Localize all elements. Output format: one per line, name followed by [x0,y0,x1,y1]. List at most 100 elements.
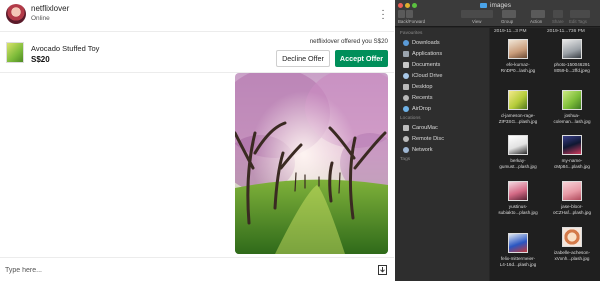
file-name: felix-mittermeier- L4-16d...plash.jpg [499,256,537,267]
file-item[interactable]: photo-150046291 8059-b...2ffd.jpeg [546,39,598,83]
group-label: Group [501,19,514,24]
cloud-icon [403,72,409,79]
file-name: d-jameson-rage- ZIP3SG...plash.jpg [498,113,538,124]
sidebar-item-label: CarouMac [412,124,438,131]
sidebar-item-label: Downloads [412,39,440,46]
sidebar-item-label: Recents [412,94,433,101]
file-item[interactable]: d-jameson-rage- ZIP3SG...plash.jpg [492,90,544,134]
image-file-icon [562,39,582,59]
file-item[interactable]: efe-kurnaz- RnDP0...lash.jpg [492,39,544,83]
desktop-icon [403,83,409,90]
finder-titlebar: images Back/Forward View Group Action Sh… [395,0,600,27]
sidebar-item-network[interactable]: Network [403,145,433,154]
applications-icon [403,50,409,57]
sidebar-item-icloud-drive[interactable]: iCloud Drive [403,71,442,80]
sidebar-item-caroumac[interactable]: CarouMac [403,123,438,132]
documents-icon [403,61,409,68]
sidebar-item-documents[interactable]: Documents [403,60,440,69]
favourites-header: Favourites [400,31,423,36]
share-label: Share [552,19,564,24]
window-title: images [490,2,511,9]
screen: netflixlover Online · · · Avocado Stuffed … [0,0,600,281]
file-item[interactable]: berkay- gumust...plash.jpg [492,135,544,179]
sidebar-item-remote-disc[interactable]: Remote Disc [403,134,444,143]
edit-tags-label: Edit Tags [569,19,587,24]
image-file-icon [562,227,582,247]
action-gear-button[interactable] [531,10,545,18]
sidebar-item-label: iCloud Drive [412,72,443,79]
share-button[interactable] [553,10,563,18]
zoom-window-icon[interactable] [412,3,417,8]
file-name: my-name- cMp84...plash.jpg [553,158,590,169]
action-label: Action [530,19,543,24]
edit-tags-button[interactable] [570,10,590,18]
listing-title[interactable]: Avocado Stuffed Toy [31,44,99,53]
finder-window: images Back/Forward View Group Action Sh… [395,0,600,281]
view-label: View [472,19,482,24]
minimize-window-icon[interactable] [405,3,410,8]
image-file-icon [562,181,582,201]
finder-sidebar: Favourites Downloads Applications Docume… [395,28,489,281]
chat-image-message[interactable] [235,73,388,254]
more-vertical-icon[interactable]: · · · [380,6,386,24]
group-button[interactable] [502,10,516,18]
sidebar-item-label: AirDrop [412,105,431,112]
file-item[interactable]: joshua- coleman...lash.jpg [546,90,598,134]
image-file-icon [508,39,528,59]
sidebar-item-label: Documents [412,61,441,68]
file-item[interactable]: yustinus- subiakto...plash.jpg [492,181,544,225]
back-button[interactable] [398,10,405,18]
user-avatar[interactable] [6,4,26,24]
airdrop-icon [403,105,409,112]
image-file-icon [508,135,528,155]
offer-message: netflixlover offered you S$20 [309,38,388,45]
image-file-icon [562,90,582,110]
listing-thumbnail[interactable] [6,42,24,63]
locations-header: Locations [400,116,421,121]
window-title-group: images [480,1,511,10]
sidebar-item-applications[interactable]: Applications [403,49,442,58]
tags-header: Tags [400,157,411,162]
back-forward-label: Back/Forward [398,19,426,24]
offer-bar: Avocado Stuffed Toy S$20 netflixlover of… [0,33,394,73]
decline-offer-button[interactable]: Decline Offer [276,50,330,67]
file-name: yustinus- subiakto...plash.jpg [498,204,538,215]
file-item[interactable]: felix-mittermeier- L4-16d...plash.jpg [492,233,544,277]
file-name: berkay- gumust...plash.jpg [499,158,537,169]
chat-user-name[interactable]: netflixlover [31,4,69,13]
chat-header: netflixlover Online · · · [0,0,394,32]
file-item[interactable]: izabelle-acheson- xVxnh...plash.jpg [546,227,598,271]
file-name: jase-bloor- oCZHaf...plash.jpg [552,204,592,215]
close-window-icon[interactable] [398,3,403,8]
image-file-icon [562,135,582,155]
view-mode-toggle[interactable] [461,10,493,18]
finder-file-grid: 2019-11...3 PM 2019-11...736 PM efe-kurn… [490,28,600,281]
file-name: photo-150046291 8059-b...2ffd.jpeg [553,62,591,73]
file-name: joshua- coleman...lash.jpg [553,113,591,124]
chat-user-status: Online [31,15,50,22]
sidebar-item-downloads[interactable]: Downloads [403,38,440,47]
sidebar-item-recents[interactable]: Recents [403,93,433,102]
sidebar-item-label: Applications [412,50,443,57]
chat-pane: netflixlover Online · · · Avocado Stuffed … [0,0,394,281]
file-item[interactable]: my-name- cMp84...plash.jpg [546,135,598,179]
sidebar-item-label: Network [412,146,433,153]
accept-offer-button[interactable]: Accept Offer [335,50,388,67]
send-icon[interactable] [378,265,387,275]
message-composer [0,257,394,281]
listing-price: S$20 [31,55,50,64]
sidebar-item-label: Remote Disc [412,135,445,142]
forward-button[interactable] [406,10,413,18]
file-item[interactable]: jase-bloor- oCZHaf...plash.jpg [546,181,598,225]
column-header: 2019-11...736 PM [547,29,585,34]
message-input[interactable] [5,263,365,277]
file-name: izabelle-acheson- xVxnh...plash.jpg [553,250,590,261]
sidebar-item-desktop[interactable]: Desktop [403,82,433,91]
sidebar-item-airdrop[interactable]: AirDrop [403,104,431,113]
disc-icon [403,135,409,142]
column-header: 2019-11...3 PM [494,29,527,34]
cherry-blossom-photo [235,73,388,254]
image-file-icon [508,181,528,201]
computer-icon [403,124,409,131]
network-globe-icon [403,146,409,153]
